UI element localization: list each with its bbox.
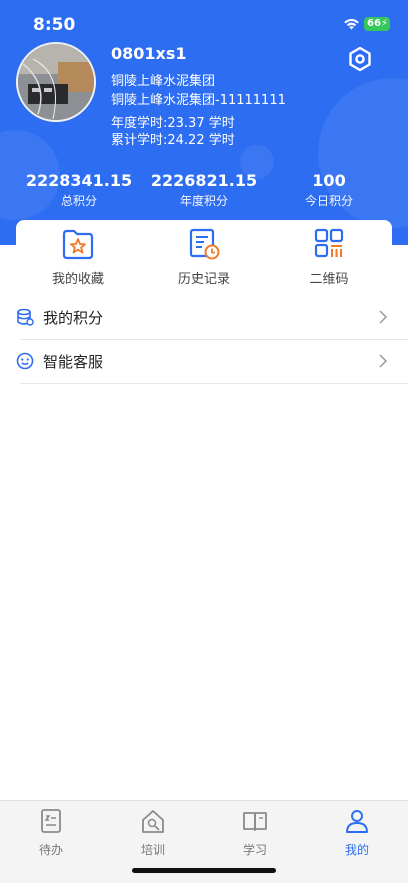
- tab-todo[interactable]: 待办: [21, 808, 81, 858]
- stat-annual-points[interactable]: 2226821.15 年度积分: [136, 171, 272, 209]
- quick-action-label: 二维码: [309, 272, 349, 287]
- charging-bolt-icon: ⚡: [380, 18, 388, 29]
- smiley-service-icon: [16, 352, 34, 370]
- menu-item-label: 我的积分: [43, 309, 104, 327]
- total-study-hours: 累计学时:24.22 学时: [111, 133, 235, 148]
- avatar[interactable]: [16, 42, 96, 122]
- username: 0801xs1: [111, 44, 187, 63]
- menu-item-label: 智能客服: [43, 353, 104, 371]
- points-database-icon: [17, 308, 34, 326]
- stat-value: 2226821.15: [150, 171, 258, 190]
- chevron-right-icon: [379, 310, 388, 324]
- todo-icon: [41, 809, 61, 833]
- folder-star-icon: [62, 229, 94, 260]
- tab-study[interactable]: 学习: [225, 808, 285, 858]
- status-time: 8:50: [33, 15, 76, 35]
- tab-mine[interactable]: 我的: [327, 808, 387, 858]
- stat-total-points[interactable]: 2228341.15 总积分: [11, 171, 147, 209]
- book-icon: [243, 812, 267, 831]
- organization-department: 铜陵上峰水泥集团-11111111: [111, 93, 286, 108]
- quick-action-history[interactable]: 历史记录: [154, 228, 254, 287]
- tab-label: 待办: [38, 843, 63, 857]
- menu-item-smart-service[interactable]: 智能客服: [0, 340, 408, 384]
- chevron-right-icon: [379, 354, 388, 368]
- battery-indicator: 66 ⚡: [364, 17, 390, 31]
- quick-action-qrcode[interactable]: 二维码: [279, 228, 379, 287]
- history-doc-icon: [189, 228, 220, 260]
- organization-name: 铜陵上峰水泥集团: [111, 74, 216, 89]
- tab-label: 我的: [344, 843, 369, 857]
- stat-label: 总积分: [60, 194, 97, 208]
- wifi-icon: [344, 18, 359, 30]
- tab-label: 学习: [242, 843, 267, 857]
- divider: [20, 383, 408, 384]
- stat-label: 年度积分: [179, 194, 228, 208]
- qr-code-icon: [314, 228, 344, 258]
- stat-label: 今日积分: [304, 194, 353, 208]
- tab-training[interactable]: 培训: [123, 808, 183, 858]
- quick-action-label: 历史记录: [177, 272, 230, 287]
- person-icon: [346, 810, 368, 833]
- settings-hexagon-icon[interactable]: [346, 45, 374, 73]
- stat-value: 100: [312, 171, 346, 190]
- stat-value: 2228341.15: [25, 171, 133, 190]
- menu-item-my-points[interactable]: 我的积分: [0, 296, 408, 340]
- quick-action-favorites[interactable]: 我的收藏: [28, 228, 128, 287]
- tab-label: 培训: [140, 843, 165, 857]
- home-indicator: [132, 868, 276, 873]
- stat-today-points[interactable]: 100 今日积分: [261, 171, 397, 209]
- quick-action-label: 我的收藏: [51, 272, 104, 287]
- training-icon: [142, 810, 164, 833]
- battery-level: 66: [367, 18, 381, 29]
